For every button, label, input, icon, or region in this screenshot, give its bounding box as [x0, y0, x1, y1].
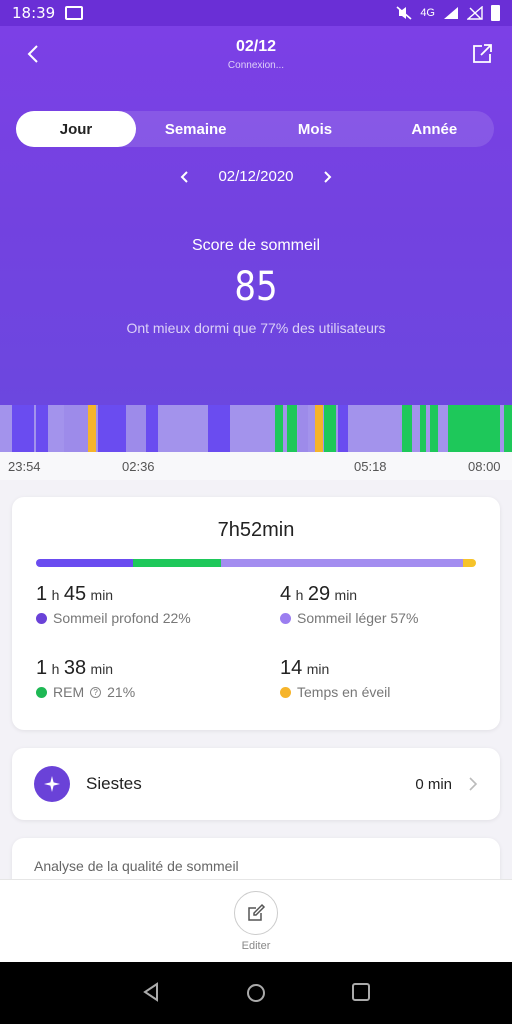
deep-minutes-unit: min — [90, 587, 114, 603]
tab-jour[interactable]: Jour — [16, 111, 136, 147]
naps-row[interactable]: Siestes 0 min — [12, 748, 500, 820]
deep-minutes: 45 — [63, 583, 87, 605]
bar-light-segment — [220, 559, 463, 567]
sleep-stages-timeline — [0, 405, 512, 452]
tab-mois[interactable]: Mois — [255, 111, 374, 147]
light-minutes-unit: min — [334, 587, 358, 603]
back-nav-icon[interactable] — [141, 982, 161, 1002]
battery-icon — [491, 5, 500, 21]
signal-icon — [444, 7, 458, 19]
timeline-segment-rem — [430, 405, 438, 452]
naps-value: 0 min — [415, 775, 452, 793]
timeline-segment-rem — [287, 405, 297, 452]
edit-icon — [248, 903, 266, 921]
axis-label-end: 08:00 — [468, 459, 501, 474]
deep-sleep-stat: 1 h 45 min Sommeil profond 22% — [36, 583, 191, 626]
tab-semaine[interactable]: Semaine — [136, 111, 255, 147]
status-bar: 18:39 4G — [0, 0, 512, 26]
timeline-segment-deep — [98, 405, 126, 452]
date-navigator: 02/12/2020 — [0, 168, 512, 185]
awake-stat: 14 min Temps en éveil — [280, 657, 390, 700]
previous-day-icon[interactable] — [178, 170, 192, 184]
network-label: 4G — [420, 7, 435, 19]
bar-awake-segment — [462, 559, 476, 567]
bar-deep-segment — [36, 559, 133, 567]
no-signal-icon — [467, 6, 483, 20]
light-hours: 4 — [280, 583, 292, 605]
connection-status: Connexion... — [227, 60, 285, 71]
rem-hours-unit: h — [51, 661, 60, 677]
rem-hours: 1 — [36, 657, 48, 679]
awake-dot — [280, 686, 291, 698]
light-sleep-label: Sommeil léger 57% — [297, 610, 419, 626]
deep-sleep-dot — [36, 612, 47, 624]
status-time: 18:39 — [12, 4, 56, 22]
light-minutes: 29 — [307, 583, 331, 605]
notification-icon — [65, 6, 84, 20]
edit-button[interactable] — [234, 891, 278, 935]
chevron-right-icon — [469, 777, 478, 791]
rem-minutes-unit: min — [90, 661, 114, 677]
total-sleep-duration: 7h52min — [217, 519, 295, 541]
sleep-header: 02/12 Connexion... Jour Semaine Mois Ann… — [0, 26, 512, 406]
page-title: 02/12 — [235, 38, 277, 55]
home-nav-icon[interactable] — [245, 982, 267, 1004]
sleep-score-title: Score de sommeil — [191, 237, 321, 254]
timeline-segment-rem — [448, 405, 500, 452]
analysis-title: Analyse de la qualité de sommeil — [34, 858, 239, 874]
mute-icon — [396, 6, 412, 20]
rem-label: REM — [53, 684, 85, 700]
next-day-icon[interactable] — [320, 170, 334, 184]
current-date: 02/12/2020 — [218, 168, 294, 185]
share-icon[interactable] — [470, 42, 494, 66]
status-icons: 4G — [396, 5, 500, 21]
period-tabs: Jour Semaine Mois Année — [16, 111, 494, 147]
rem-sleep-stat: 1 h 38 min REM ? 21% — [36, 657, 135, 700]
timeline-segment-rem — [402, 405, 412, 452]
timeline-segment-light — [298, 405, 308, 452]
rem-dot — [36, 686, 47, 698]
naps-label: Siestes — [86, 774, 142, 793]
deep-sleep-label: Sommeil profond 22% — [53, 610, 191, 626]
edit-label: Editer — [241, 940, 271, 952]
timeline-segment-rem — [420, 405, 426, 452]
timeline-segment-rem — [324, 405, 336, 452]
sleep-summary-card: 7h52min 1 h 45 min Sommeil profond 22% 4… — [12, 497, 500, 730]
help-icon[interactable]: ? — [90, 686, 102, 698]
timeline-segment-deep — [208, 405, 230, 452]
timeline-segment-deep — [146, 405, 158, 452]
rem-percent: 21% — [107, 684, 136, 700]
sleep-score-comparison: Ont mieux dormi que 77% des utilisateurs — [126, 320, 386, 336]
deep-hours-unit: h — [51, 587, 60, 603]
timeline-segment-light — [64, 405, 88, 452]
rem-minutes: 38 — [63, 657, 87, 679]
timeline-segment-rem — [275, 405, 283, 452]
axis-label-2: 02:36 — [122, 459, 155, 474]
awake-minutes-unit: min — [306, 661, 330, 677]
awake-label: Temps en éveil — [297, 684, 391, 700]
timeline-segment-rem — [504, 405, 512, 452]
light-sleep-dot — [280, 612, 291, 624]
bar-rem-segment — [132, 559, 221, 567]
awake-minutes: 14 — [280, 657, 303, 679]
axis-label-start: 23:54 — [8, 459, 41, 474]
timeline-segment-deep — [12, 405, 34, 452]
axis-label-3: 05:18 — [354, 459, 387, 474]
system-navigation-bar — [0, 962, 512, 1024]
timeline-segment-light — [126, 405, 146, 452]
timeline-segment-deep — [36, 405, 48, 452]
timeline-segment-awake — [315, 405, 323, 452]
timeline-axis: 23:54 02:36 05:18 08:00 — [0, 452, 512, 480]
bottom-action-bar: Editer — [0, 879, 512, 962]
stage-proportion-bar — [36, 559, 476, 567]
deep-hours: 1 — [36, 583, 48, 605]
recents-nav-icon[interactable] — [351, 982, 371, 1002]
nap-sparkle-icon — [34, 766, 70, 802]
light-sleep-stat: 4 h 29 min Sommeil léger 57% — [280, 583, 418, 626]
timeline-segment-awake — [88, 405, 96, 452]
timeline-segment-deep — [338, 405, 348, 452]
tab-annee[interactable]: Année — [375, 111, 494, 147]
light-hours-unit: h — [295, 587, 304, 603]
sleep-score-value: 85 — [234, 264, 278, 310]
